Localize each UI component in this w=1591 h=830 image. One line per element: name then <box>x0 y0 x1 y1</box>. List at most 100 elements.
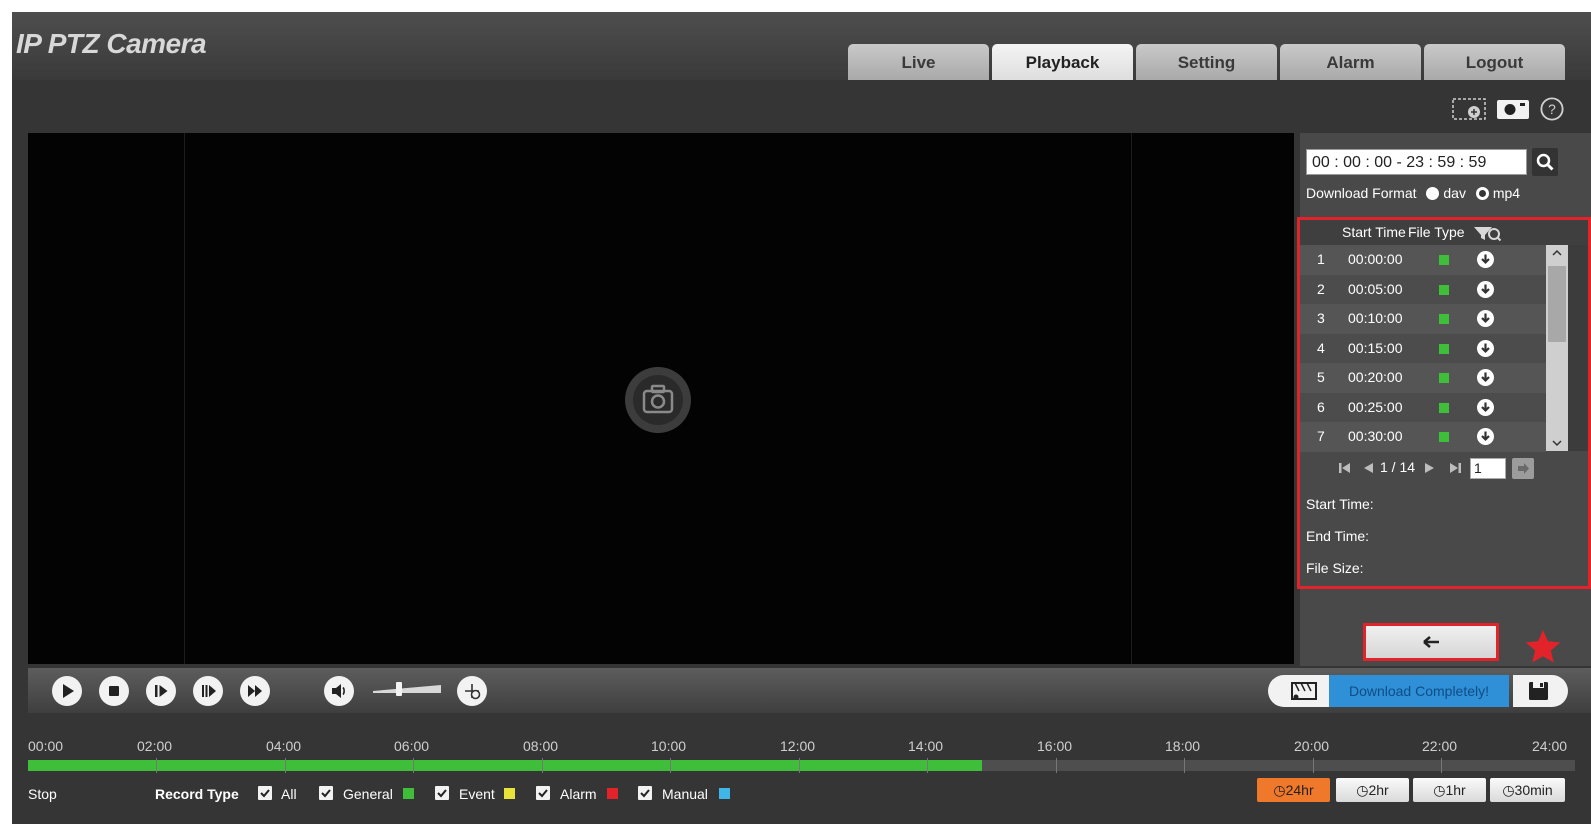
clip-icon <box>1291 682 1317 700</box>
first-page-icon[interactable] <box>1338 461 1352 475</box>
file-type-header: File Type <box>1408 224 1465 240</box>
file-type-general-marker <box>1439 402 1449 413</box>
file-size-label: File Size: <box>1306 560 1364 576</box>
timeline-tick <box>927 758 928 773</box>
zoom-1hr-button[interactable]: ◷1hr <box>1413 778 1486 802</box>
timeline-track[interactable] <box>28 760 1575 771</box>
page-indicator: 1 / 14 <box>1380 459 1416 475</box>
timeline-tick <box>1441 758 1442 773</box>
start-time-label: Start Time: <box>1306 496 1374 512</box>
search-button[interactable] <box>1532 148 1558 176</box>
zoom-30min-label: 30min <box>1514 782 1553 798</box>
file-row[interactable]: 1 00:00:00 <box>1300 245 1546 275</box>
download-icon[interactable] <box>1477 428 1494 445</box>
download-icon[interactable] <box>1477 310 1494 327</box>
file-type-general-marker <box>1439 314 1449 324</box>
download-icon[interactable] <box>1477 398 1494 416</box>
help-icon[interactable]: ? <box>1539 97 1565 121</box>
time-label: 06:00 <box>394 738 430 754</box>
volume-slider[interactable] <box>373 682 441 696</box>
back-button[interactable] <box>1363 623 1499 661</box>
zoom-30min-button[interactable]: ◷30min <box>1490 778 1565 802</box>
last-page-icon[interactable] <box>1448 461 1462 475</box>
record-type-general-checkbox[interactable] <box>319 786 333 800</box>
page-number-input[interactable]: 1 <box>1470 458 1506 479</box>
clip-button[interactable] <box>1268 675 1338 707</box>
download-icon[interactable] <box>1477 251 1494 268</box>
file-row[interactable]: 5 00:20:00 <box>1300 363 1546 393</box>
region-zoom-icon[interactable] <box>1452 97 1486 121</box>
download-status: Download Completely! <box>1329 675 1509 707</box>
time-label: 08:00 <box>523 738 559 754</box>
file-row[interactable]: 2 00:05:00 <box>1300 274 1546 304</box>
go-page-button[interactable] <box>1512 458 1534 479</box>
download-icon[interactable] <box>1477 369 1494 386</box>
time-label: 02:00 <box>137 738 173 754</box>
fast-play-button[interactable] <box>240 676 270 706</box>
download-icon[interactable] <box>1477 280 1494 298</box>
timeline-tick <box>413 758 414 773</box>
slow-play-button[interactable] <box>193 676 223 706</box>
file-type-general-marker <box>1439 373 1449 383</box>
file-index: 1 <box>1317 251 1325 267</box>
time-label: 16:00 <box>1037 738 1073 754</box>
record-type-event-checkbox[interactable] <box>435 786 449 800</box>
file-type-general-marker <box>1439 284 1449 295</box>
download-icon[interactable] <box>1477 339 1494 357</box>
fisheye-button[interactable] <box>457 676 487 706</box>
time-label: 00:00 <box>28 738 64 754</box>
zoom-24hr-button[interactable]: ◷24hr <box>1257 778 1330 802</box>
time-label: 24:00 <box>1532 738 1568 754</box>
record-type-all-checkbox[interactable] <box>258 786 272 800</box>
record-type-manual-checkbox[interactable] <box>638 786 652 800</box>
zoom-1hr-label: 1hr <box>1445 782 1466 798</box>
start-time-header: Start Time <box>1342 224 1406 240</box>
video-divider <box>1131 133 1132 664</box>
record-type-alarm-label: Alarm <box>560 786 597 802</box>
scroll-up-icon[interactable] <box>1551 249 1563 257</box>
file-row[interactable]: 3 00:10:00 <box>1300 304 1546 334</box>
volume-button[interactable] <box>324 676 354 706</box>
time-range-input[interactable]: 00 : 00 : 00 - 23 : 59 : 59 <box>1306 149 1527 175</box>
stop-button[interactable] <box>99 676 129 706</box>
playback-controls: Download Completely! <box>28 668 1591 713</box>
file-index: 4 <box>1317 339 1325 356</box>
manual-color-swatch <box>719 788 730 799</box>
record-type-alarm-checkbox[interactable] <box>536 786 550 800</box>
prev-page-icon[interactable] <box>1362 461 1374 475</box>
timeline-tick <box>1056 758 1057 773</box>
next-page-icon[interactable] <box>1424 461 1436 475</box>
download-format-label: Download Format <box>1306 185 1417 201</box>
file-row[interactable]: 7 00:30:00 <box>1300 422 1546 452</box>
tab-playback[interactable]: Playback <box>992 44 1133 80</box>
record-type-all-label: All <box>281 786 297 802</box>
file-start-time: 00:00:00 <box>1348 251 1403 267</box>
app-window: IP PTZ Camera Live Playback Setting Alar… <box>12 12 1591 824</box>
video-player[interactable] <box>28 133 1294 664</box>
filter-icon[interactable] <box>1472 224 1502 242</box>
save-button[interactable] <box>1513 675 1568 707</box>
scrollbar-thumb[interactable] <box>1548 266 1566 342</box>
frame-step-icon <box>155 685 168 697</box>
search-icon <box>1536 153 1554 171</box>
tab-alarm[interactable]: Alarm <box>1280 44 1421 80</box>
tab-logout[interactable]: Logout <box>1424 44 1565 80</box>
file-start-time: 00:25:00 <box>1348 398 1403 415</box>
format-mp4-radio[interactable] <box>1475 187 1489 200</box>
tab-live[interactable]: Live <box>848 44 989 80</box>
recorded-segment <box>28 760 982 771</box>
format-mp4-label: mp4 <box>1492 185 1521 201</box>
stop-icon <box>109 686 119 696</box>
digital-zoom-icon <box>465 684 481 700</box>
file-row[interactable]: 6 00:25:00 <box>1300 392 1546 422</box>
format-dav-radio[interactable] <box>1426 187 1440 200</box>
zoom-2hr-button[interactable]: ◷2hr <box>1336 778 1409 802</box>
timeline-tick <box>670 758 671 773</box>
snapshot-icon[interactable] <box>1496 97 1530 121</box>
frame-step-button[interactable] <box>146 676 176 706</box>
video-divider <box>184 133 185 664</box>
tab-setting[interactable]: Setting <box>1136 44 1277 80</box>
file-row[interactable]: 4 00:15:00 <box>1300 333 1546 363</box>
play-button[interactable] <box>52 676 82 706</box>
scroll-down-icon[interactable] <box>1551 439 1563 447</box>
